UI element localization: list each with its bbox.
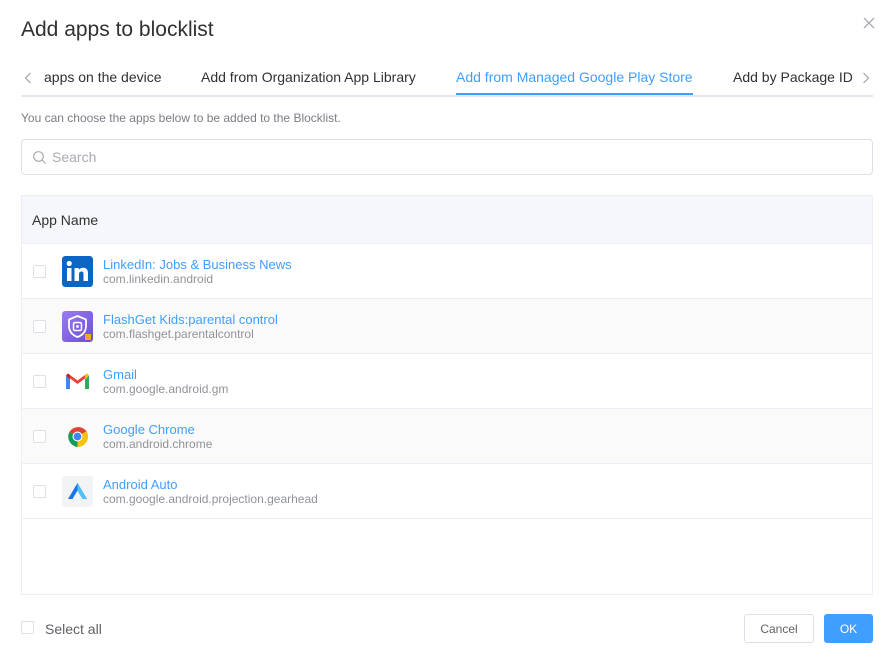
tab-organization-app-library[interactable]: Add from Organization App Library [201, 68, 416, 86]
add-apps-dialog: Add apps to blocklist apps on the device… [0, 0, 892, 657]
chrome-icon [62, 421, 93, 452]
app-name-link[interactable]: Gmail [103, 367, 137, 382]
search-input[interactable] [52, 141, 862, 173]
chevron-right-icon[interactable] [859, 69, 873, 87]
search-box [21, 139, 873, 175]
tab-apps-on-device[interactable]: apps on the device [44, 68, 162, 86]
dialog-title: Add apps to blocklist [21, 18, 214, 41]
app-package-id: com.google.android.projection.gearhead [103, 492, 318, 506]
column-header-app-name: App Name [32, 212, 99, 228]
table-row: Google Chrome com.android.chrome [22, 409, 872, 464]
close-icon[interactable] [858, 12, 880, 34]
app-package-id: com.linkedin.android [103, 272, 214, 286]
select-all-checkbox[interactable] [21, 621, 34, 634]
app-name-link[interactable]: Google Chrome [103, 422, 195, 437]
gmail-icon [62, 366, 93, 397]
tab-bar: apps on the device Add from Organization… [21, 62, 873, 97]
linkedin-icon [62, 256, 93, 287]
table-header: App Name [22, 196, 872, 244]
row-checkbox[interactable] [33, 265, 46, 278]
app-package-id: com.google.android.gm [103, 382, 229, 396]
app-name-link[interactable]: Android Auto [103, 477, 177, 492]
app-name-link[interactable]: LinkedIn: Jobs & Business News [103, 257, 292, 272]
search-icon [32, 150, 47, 165]
row-checkbox[interactable] [33, 320, 46, 333]
app-package-id: com.android.chrome [103, 437, 213, 451]
chevron-left-icon[interactable] [21, 69, 35, 87]
app-name-link[interactable]: FlashGet Kids:parental control [103, 312, 278, 327]
ok-button[interactable]: OK [824, 614, 873, 643]
table-row: Android Auto com.google.android.projecti… [22, 464, 872, 519]
table-row: Gmail com.google.android.gm [22, 354, 872, 409]
flashget-kids-icon [62, 311, 93, 342]
tab-managed-google-play-store[interactable]: Add from Managed Google Play Store [456, 68, 693, 86]
instruction-text: You can choose the apps below to be adde… [21, 111, 341, 125]
tab-package-id[interactable]: Add by Package ID [733, 68, 853, 86]
apps-table: App Name LinkedIn: Jobs & Business News … [21, 195, 873, 595]
active-tab-indicator [456, 93, 693, 95]
table-row: LinkedIn: Jobs & Business News com.linke… [22, 244, 872, 299]
select-all-label[interactable]: Select all [45, 621, 102, 637]
android-auto-icon [62, 476, 93, 507]
row-checkbox[interactable] [33, 430, 46, 443]
cancel-button[interactable]: Cancel [744, 614, 814, 643]
row-checkbox[interactable] [33, 485, 46, 498]
table-row: FlashGet Kids:parental control com.flash… [22, 299, 872, 354]
app-package-id: com.flashget.parentalcontrol [103, 327, 254, 341]
row-checkbox[interactable] [33, 375, 46, 388]
